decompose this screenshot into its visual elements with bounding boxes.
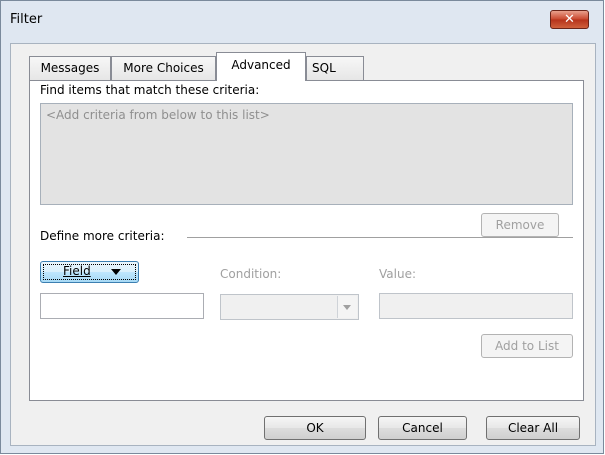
tab-advanced[interactable]: Advanced xyxy=(216,52,306,81)
title-bar[interactable]: Filter ✕ xyxy=(1,1,603,43)
chevron-down-icon xyxy=(343,305,351,310)
filter-dialog: Filter ✕ Messages More Choices Advanced … xyxy=(0,0,604,454)
cancel-button[interactable]: Cancel xyxy=(378,416,467,440)
clear-all-button[interactable]: Clear All xyxy=(486,416,580,440)
define-criteria-label: Define more criteria: xyxy=(40,229,165,243)
criteria-list[interactable]: <Add criteria from below to this list> xyxy=(40,103,573,205)
tab-more-choices[interactable]: More Choices xyxy=(111,56,216,80)
field-dropdown-button[interactable]: Field xyxy=(40,261,139,283)
find-items-label: Find items that match these criteria: xyxy=(40,83,260,97)
criteria-placeholder: <Add criteria from below to this list> xyxy=(46,108,270,122)
value-label: Value: xyxy=(379,267,416,281)
condition-dropdown-button[interactable] xyxy=(337,296,357,318)
section-divider xyxy=(187,237,573,238)
tab-sql[interactable]: SQL xyxy=(306,56,364,80)
advanced-tab-panel: Find items that match these criteria: <A… xyxy=(29,80,584,401)
dialog-client-area: Messages More Choices Advanced SQL Find … xyxy=(10,43,596,446)
close-icon: ✕ xyxy=(564,12,575,27)
dialog-title: Filter xyxy=(10,12,43,27)
ok-button[interactable]: OK xyxy=(264,416,366,440)
tab-messages[interactable]: Messages xyxy=(29,56,111,80)
condition-combo[interactable] xyxy=(220,294,359,320)
close-button[interactable]: ✕ xyxy=(550,10,589,29)
value-input[interactable] xyxy=(379,293,573,319)
field-input[interactable] xyxy=(40,293,204,319)
chevron-down-icon xyxy=(111,269,121,275)
condition-label: Condition: xyxy=(220,267,282,281)
field-button-label: Field xyxy=(63,264,91,278)
remove-button[interactable]: Remove xyxy=(481,213,559,237)
add-to-list-button[interactable]: Add to List xyxy=(481,334,573,358)
